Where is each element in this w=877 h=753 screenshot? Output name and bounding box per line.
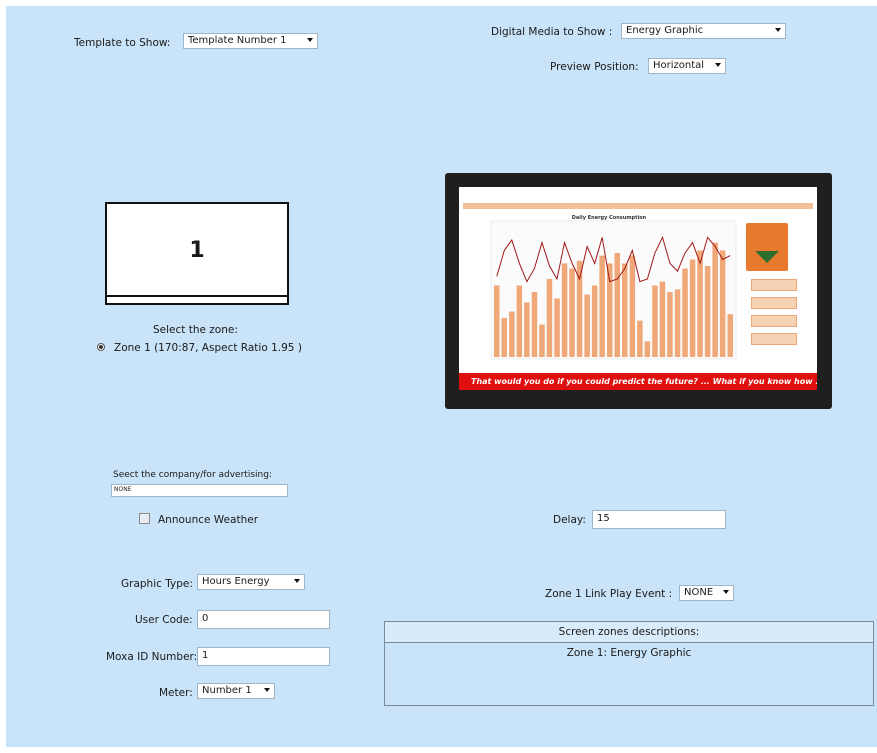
side-info-3 xyxy=(751,315,797,327)
energy-bar xyxy=(689,259,696,357)
zone-divider xyxy=(107,295,287,297)
energy-bar xyxy=(539,324,545,357)
monitor-preview: Daily Energy Consumption That would you … xyxy=(445,173,832,409)
zone-number: 1 xyxy=(189,238,205,263)
company-select[interactable]: NONE xyxy=(111,484,288,497)
zone-1-option-label: Zone 1 (170:87, Aspect Ratio 1.95 ) xyxy=(114,342,302,354)
energy-bar xyxy=(494,285,500,357)
zone-link-select-value: NONE xyxy=(684,587,714,598)
energy-bar xyxy=(516,285,523,357)
energy-bar xyxy=(584,294,590,357)
kpi-tile xyxy=(746,223,788,271)
screen-header xyxy=(459,189,817,201)
energy-bar xyxy=(614,253,620,357)
zone-link-select[interactable]: NONE xyxy=(679,585,734,601)
moxa-id-input-value: 1 xyxy=(202,650,209,661)
preview-position-label: Preview Position: xyxy=(550,61,639,73)
delay-input[interactable]: 15 xyxy=(592,510,726,529)
energy-bar xyxy=(704,266,711,357)
company-label: Seect the company/for advertising: xyxy=(113,470,272,480)
energy-bar xyxy=(727,314,733,357)
energy-bar xyxy=(607,263,613,357)
template-select[interactable]: Template Number 1 xyxy=(183,33,318,49)
meter-select-value: Number 1 xyxy=(202,685,252,696)
graphic-type-select[interactable]: Hours Energy xyxy=(197,574,305,590)
energy-bar xyxy=(652,285,658,357)
company-select-value: NONE xyxy=(114,486,132,493)
moxa-id-input[interactable]: 1 xyxy=(197,647,330,666)
zones-description-body: Zone 1: Energy Graphic xyxy=(566,647,692,659)
energy-bar xyxy=(509,311,515,357)
energy-chart-title: Daily Energy Consumption xyxy=(572,215,647,221)
delay-input-value: 15 xyxy=(597,513,610,524)
energy-bar xyxy=(501,318,507,357)
chevron-down-icon xyxy=(723,590,729,594)
delay-label: Delay: xyxy=(553,514,586,526)
preview-position-select-value: Horizontal xyxy=(653,60,705,71)
preview-position-select[interactable]: Horizontal xyxy=(648,58,726,74)
energy-chart: Daily Energy Consumption xyxy=(490,215,737,360)
zones-description-box: Screen zones descriptions: Zone 1: Energ… xyxy=(384,621,874,706)
energy-bar xyxy=(531,292,538,357)
graphic-type-select-value: Hours Energy xyxy=(202,576,270,587)
screen-info-strip xyxy=(463,203,813,209)
user-code-input[interactable]: 0 xyxy=(197,610,330,629)
energy-bar xyxy=(591,285,598,357)
moxa-id-label: Moxa ID Number: xyxy=(106,651,198,663)
energy-bar xyxy=(599,255,605,357)
graphic-type-label: Graphic Type: xyxy=(121,578,193,590)
zones-description-header: Screen zones descriptions: xyxy=(385,622,873,643)
energy-bar xyxy=(712,242,718,357)
user-code-label: User Code: xyxy=(135,614,193,626)
digital-media-select[interactable]: Energy Graphic xyxy=(621,23,786,39)
energy-bar xyxy=(561,263,568,357)
meter-select[interactable]: Number 1 xyxy=(197,683,275,699)
chevron-down-icon xyxy=(307,38,313,42)
screen-ticker: That would you do if you could predict t… xyxy=(459,373,817,390)
template-select-value: Template Number 1 xyxy=(188,35,287,46)
energy-bar xyxy=(554,298,560,357)
announce-weather-checkbox[interactable] xyxy=(139,513,150,524)
chevron-down-icon xyxy=(294,579,300,583)
user-code-input-value: 0 xyxy=(202,613,209,624)
energy-bar xyxy=(719,250,726,357)
monitor-screen: Daily Energy Consumption That would you … xyxy=(459,187,817,390)
chevron-down-icon xyxy=(775,28,781,32)
zone-1-radio[interactable] xyxy=(97,343,105,351)
energy-bar xyxy=(674,289,681,357)
energy-bar xyxy=(629,255,636,357)
chevron-down-icon xyxy=(715,63,721,67)
side-info-1 xyxy=(751,279,797,291)
energy-bar xyxy=(546,279,553,357)
digital-media-label: Digital Media to Show : xyxy=(491,26,613,38)
template-label: Template to Show: xyxy=(74,37,171,49)
side-info-2 xyxy=(751,297,797,309)
energy-bar xyxy=(682,268,688,357)
zone-select-label: Select the zone: xyxy=(153,324,238,336)
energy-bar xyxy=(659,281,666,357)
energy-bar xyxy=(667,292,673,357)
meter-label: Meter: xyxy=(159,687,193,699)
side-info-4 xyxy=(751,333,797,345)
digital-media-select-value: Energy Graphic xyxy=(626,25,704,36)
energy-bar xyxy=(569,268,575,357)
announce-weather-label: Announce Weather xyxy=(158,514,259,526)
energy-bar xyxy=(644,341,651,357)
energy-bar xyxy=(524,302,530,357)
energy-bar xyxy=(637,320,643,357)
down-arrow-icon xyxy=(755,251,779,263)
chevron-down-icon xyxy=(264,688,270,692)
zone-layout-preview[interactable]: 1 xyxy=(105,202,289,305)
energy-bar xyxy=(697,250,703,357)
zone-link-label: Zone 1 Link Play Event : xyxy=(545,588,673,600)
energy-bar xyxy=(622,263,628,357)
